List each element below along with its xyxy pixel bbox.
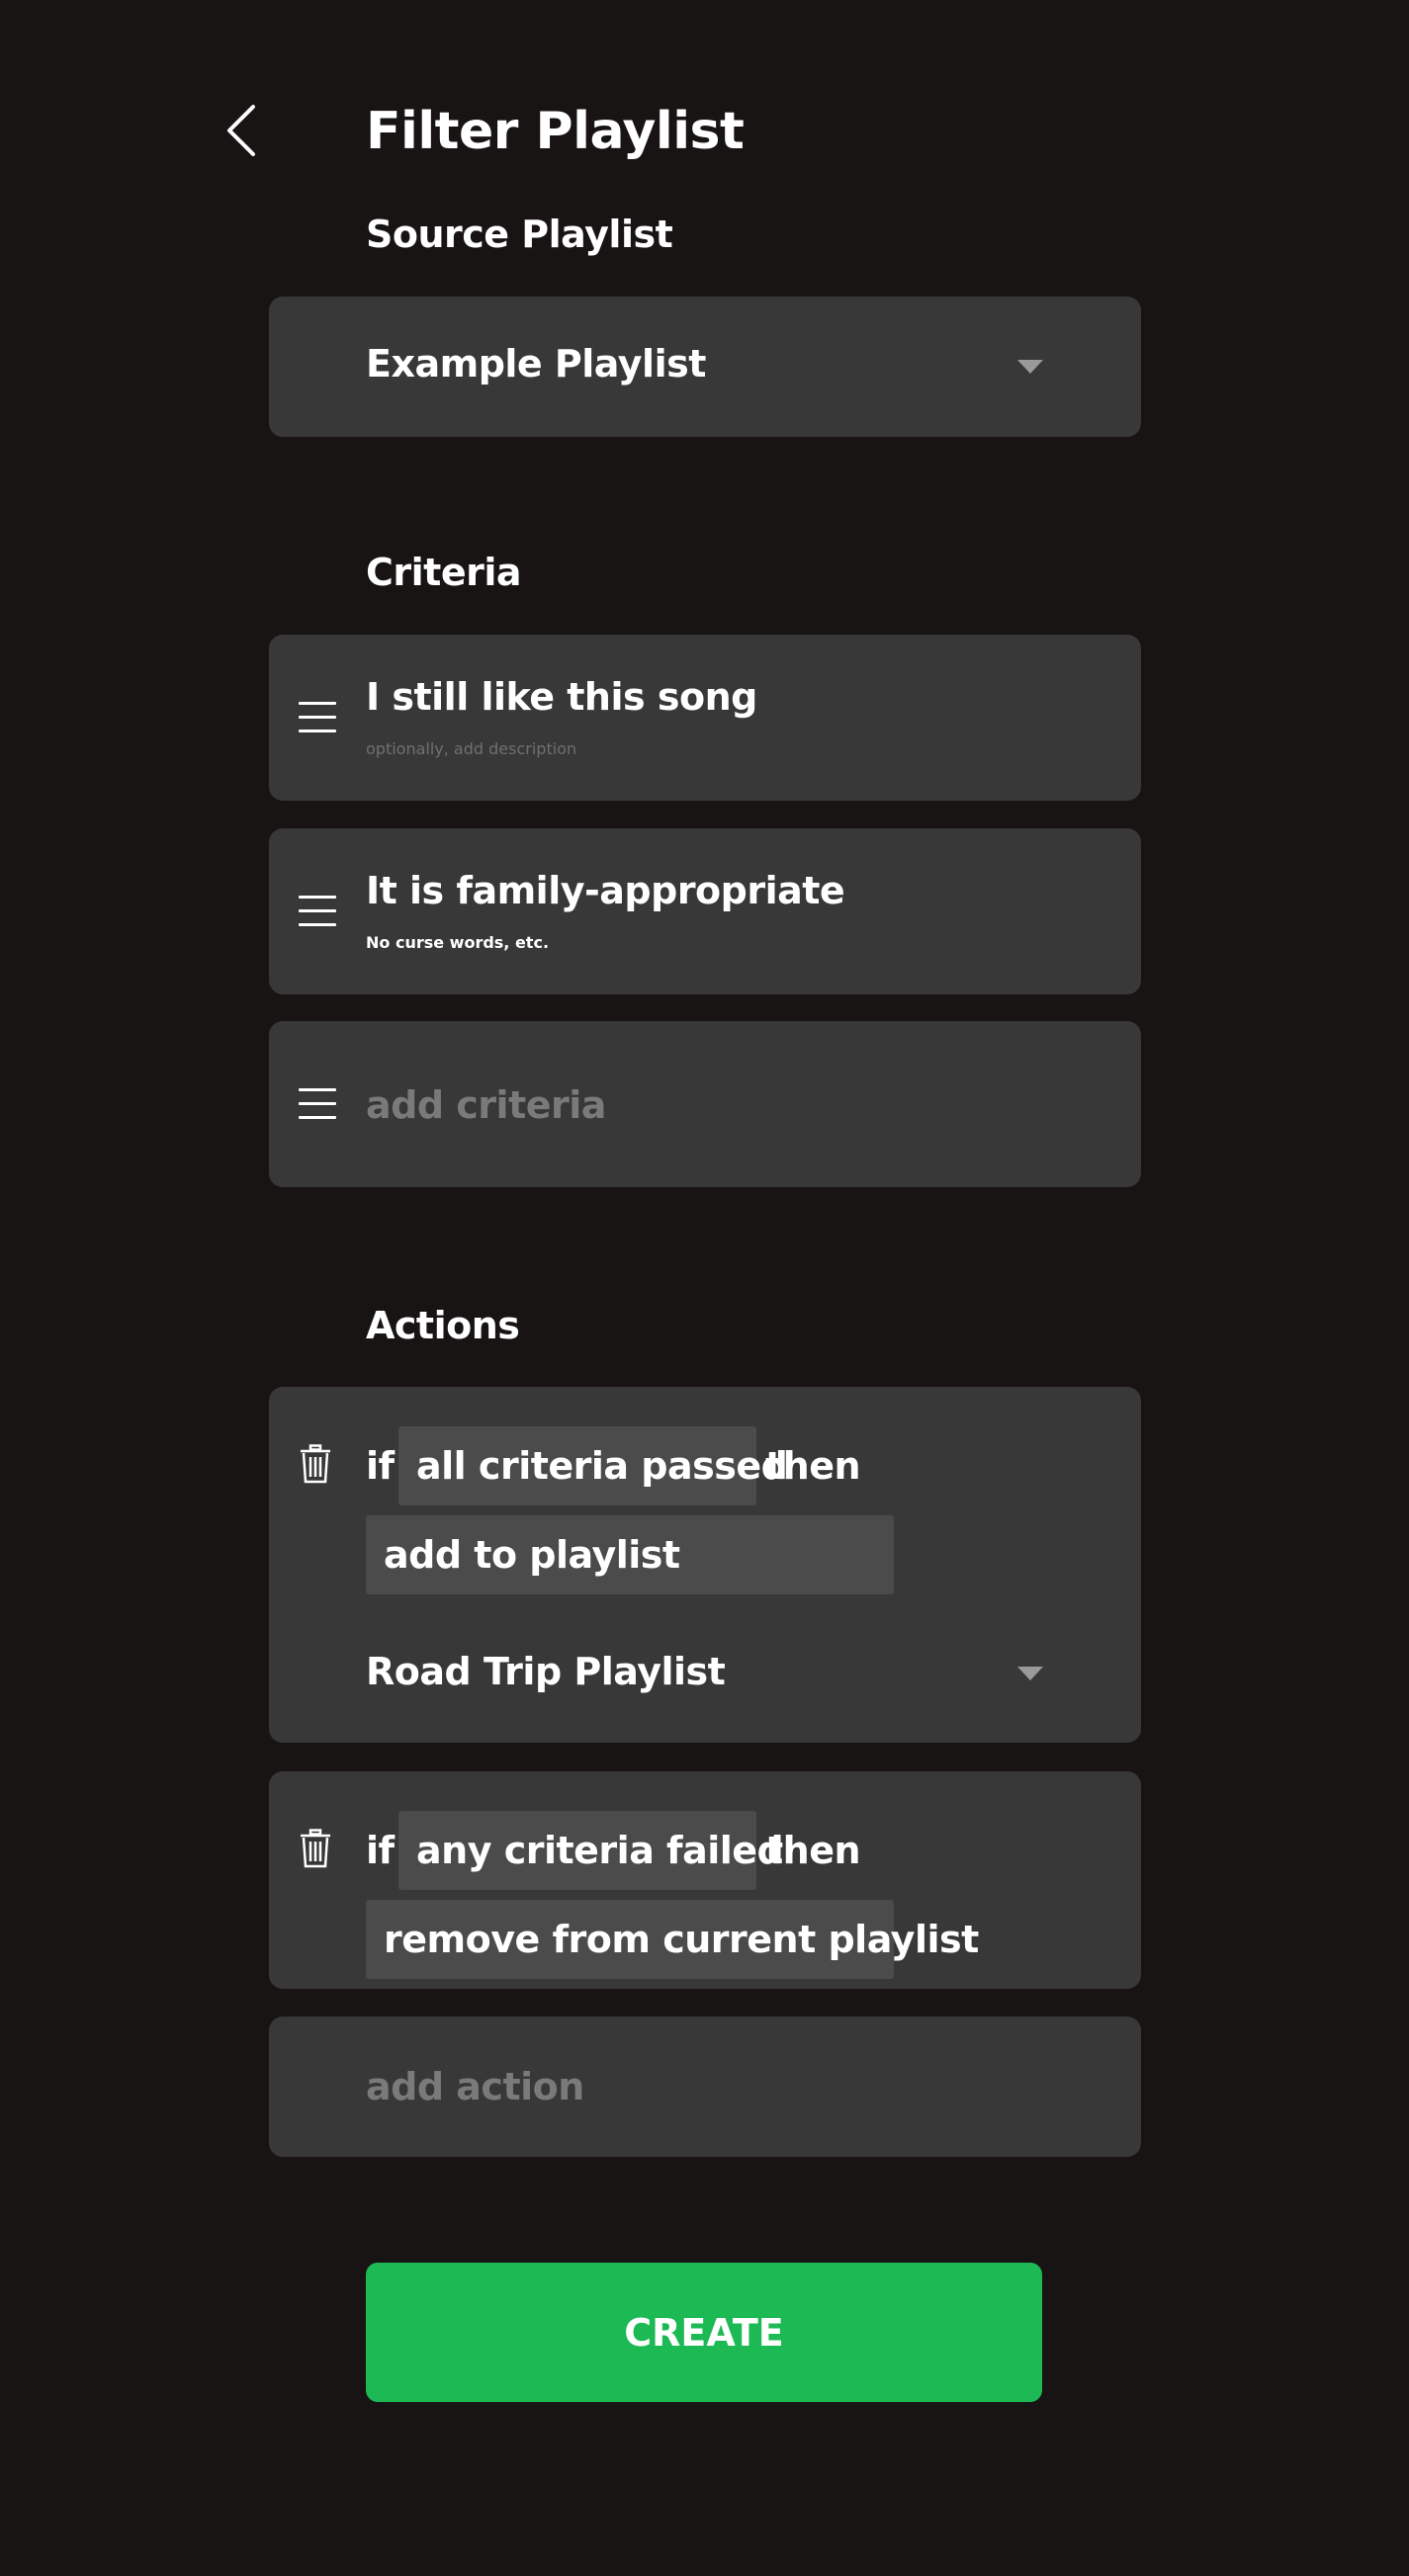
criteria-item[interactable]: It is family-appropriate No curse words,… <box>269 828 1141 994</box>
criteria-title[interactable]: It is family-appropriate <box>366 866 845 915</box>
add-action-card[interactable]: add action <box>269 2017 1141 2157</box>
then-label: then <box>765 1829 861 1872</box>
action-select[interactable]: add to playlist <box>366 1515 894 1594</box>
drag-handle-icon[interactable] <box>299 702 336 733</box>
caret-down-icon[interactable] <box>1017 1667 1043 1680</box>
condition-select[interactable]: all criteria passed <box>398 1426 788 1505</box>
back-button[interactable] <box>220 99 263 162</box>
action-select[interactable]: remove from current playlist <box>366 1900 979 1979</box>
add-criteria-input[interactable]: add criteria <box>366 1080 606 1130</box>
create-button[interactable]: CREATE <box>366 2263 1042 2402</box>
chevron-left-icon <box>227 105 255 156</box>
trash-icon[interactable] <box>299 1444 332 1484</box>
page-title: Filter Playlist <box>366 102 745 161</box>
drag-handle-icon <box>299 1088 336 1120</box>
condition-select[interactable]: any criteria failed <box>398 1811 784 1890</box>
drag-handle-icon[interactable] <box>299 896 336 927</box>
criteria-description[interactable]: No curse words, etc. <box>366 933 549 952</box>
actions-heading: Actions <box>366 1304 520 1347</box>
source-playlist-dropdown[interactable]: Example Playlist <box>269 297 1141 437</box>
add-action-input[interactable]: add action <box>366 2062 584 2111</box>
criteria-heading: Criteria <box>366 551 522 594</box>
action-item: if any criteria failed then remove from … <box>269 1771 1141 1989</box>
action-item: if all criteria passed then add to playl… <box>269 1387 1141 1743</box>
trash-icon[interactable] <box>299 1829 332 1868</box>
if-label: if <box>366 1829 395 1872</box>
criteria-item[interactable]: I still like this song optionally, add d… <box>269 635 1141 801</box>
source-playlist-selected: Example Playlist <box>366 342 706 386</box>
target-playlist-dropdown[interactable]: Road Trip Playlist <box>366 1650 726 1693</box>
criteria-description[interactable]: optionally, add description <box>366 739 576 758</box>
add-criteria-card[interactable]: add criteria <box>269 1021 1141 1187</box>
then-label: then <box>765 1444 861 1488</box>
if-label: if <box>366 1444 395 1488</box>
source-playlist-heading: Source Playlist <box>366 213 673 256</box>
criteria-title[interactable]: I still like this song <box>366 672 757 722</box>
caret-down-icon <box>1017 360 1043 374</box>
